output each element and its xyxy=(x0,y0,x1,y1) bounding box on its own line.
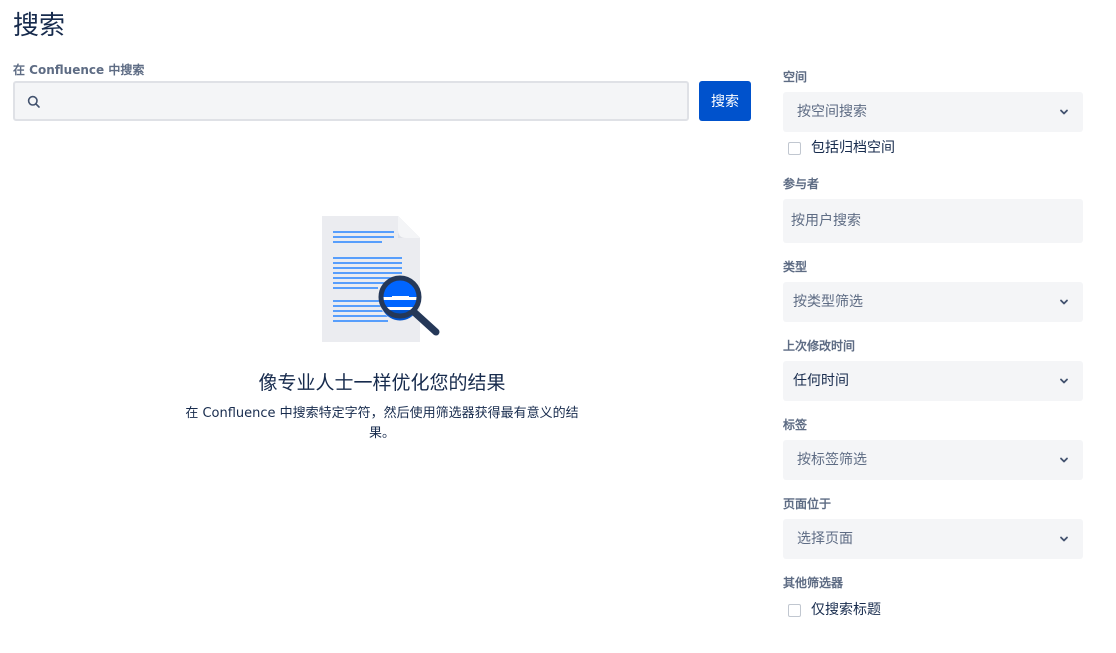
contributor-filter-field[interactable] xyxy=(783,199,1083,243)
chevron-down-icon xyxy=(1060,109,1068,115)
document-search-illustration xyxy=(322,216,440,342)
label-filter-label: 标签 xyxy=(783,418,808,432)
title-only-label: 仅搜索标题 xyxy=(811,602,881,618)
empty-state-heading: 像专业人士一样优化您的结果 xyxy=(258,372,506,394)
last-modified-filter-value: 任何时间 xyxy=(793,373,849,389)
chevron-down-icon xyxy=(1060,536,1068,542)
search-field[interactable] xyxy=(13,81,689,121)
search-button[interactable]: 搜索 xyxy=(699,81,751,121)
ancestor-filter-select[interactable]: 选择页面 xyxy=(783,519,1083,559)
page-title: 搜索 xyxy=(13,11,66,41)
last-modified-filter-label: 上次修改时间 xyxy=(783,339,856,353)
last-modified-filter-select[interactable]: 任何时间 xyxy=(783,361,1083,401)
chevron-down-icon xyxy=(1060,378,1068,384)
other-filters-label: 其他筛选器 xyxy=(783,576,844,590)
search-input[interactable] xyxy=(53,83,673,119)
type-filter-select[interactable]: 按类型筛选 xyxy=(783,282,1083,322)
search-label: 在 Confluence 中搜索 xyxy=(13,63,145,77)
ancestor-filter-value: 选择页面 xyxy=(797,531,853,547)
space-filter-value: 按空间搜索 xyxy=(797,104,867,120)
space-filter-select[interactable]: 按空间搜索 xyxy=(783,92,1083,132)
chevron-down-icon xyxy=(1060,299,1068,305)
checkbox-box[interactable] xyxy=(788,142,801,155)
empty-state-description: 在 Confluence 中搜索特定字符，然后使用筛选器获得最有意义的结果。 xyxy=(185,406,579,441)
include-archived-label: 包括归档空间 xyxy=(811,140,895,156)
search-icon xyxy=(27,95,40,108)
type-filter-label: 类型 xyxy=(783,260,808,274)
space-filter-label: 空间 xyxy=(783,70,808,84)
label-filter-select[interactable]: 按标签筛选 xyxy=(783,440,1083,480)
contributor-filter-label: 参与者 xyxy=(783,177,820,191)
chevron-down-icon xyxy=(1060,457,1068,463)
ancestor-filter-label: 页面位于 xyxy=(783,497,832,511)
type-filter-value: 按类型筛选 xyxy=(793,294,863,310)
checkbox-box[interactable] xyxy=(788,604,801,617)
label-filter-value: 按标签筛选 xyxy=(797,452,867,468)
contributor-input[interactable] xyxy=(791,199,1071,243)
